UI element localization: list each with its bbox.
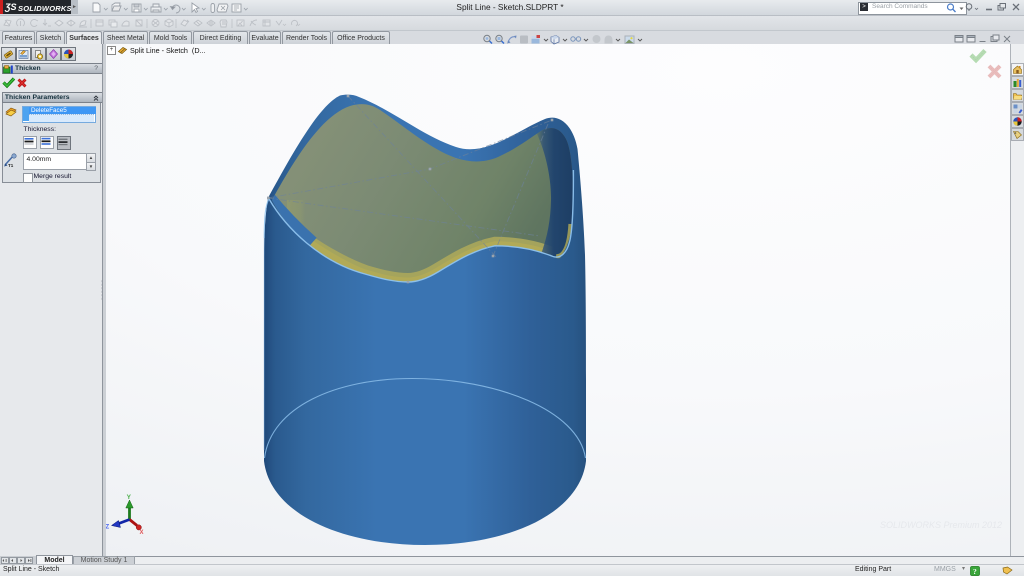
svg-text:Z: Z: [106, 525, 110, 531]
svg-text:Y: Y: [127, 494, 132, 501]
svg-text:X: X: [140, 530, 144, 536]
svg-text:T1: T1: [8, 163, 14, 168]
svg-text:?: ?: [973, 566, 977, 575]
